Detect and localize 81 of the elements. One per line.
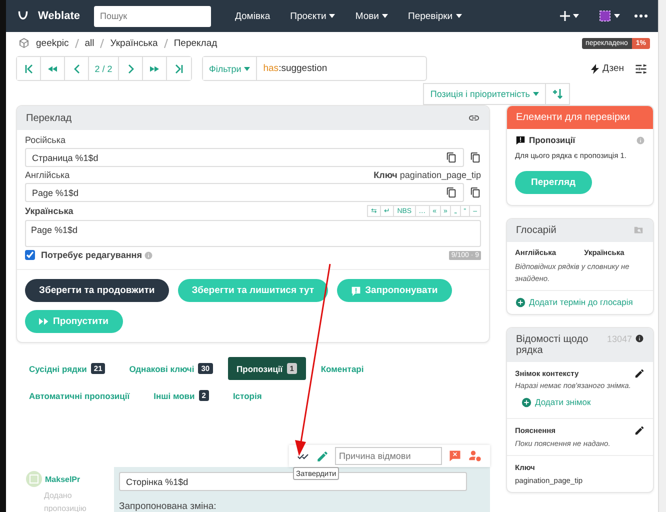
caret-icon — [329, 14, 336, 18]
breadcrumb-separator — [74, 38, 79, 48]
clone-icon[interactable] — [470, 152, 481, 163]
first-page-icon — [24, 64, 34, 74]
chevron-right-icon — [126, 64, 136, 74]
comment-alert-icon — [351, 286, 362, 296]
needs-editing-label: Потребує редагування — [41, 250, 142, 260]
edit-icon[interactable] — [634, 368, 645, 379]
tab[interactable]: Історія — [224, 384, 271, 406]
source-text-field: Страница %1$d — [25, 148, 464, 167]
info-icon[interactable] — [635, 334, 644, 344]
info-icon — [144, 250, 153, 260]
english-label: Англійська — [25, 170, 70, 180]
caret-icon — [456, 14, 462, 18]
add-screenshot-link[interactable]: Додати знімок — [515, 392, 645, 412]
breadcrumb-separator — [100, 38, 104, 48]
user-avatar-icon — [599, 10, 611, 22]
add-icon — [515, 296, 526, 308]
rewind-icon — [48, 66, 57, 72]
caret-icon — [573, 14, 579, 18]
action-button[interactable]: Зберегти та лишитися тут — [178, 279, 328, 302]
brand-name[interactable]: Weblate — [38, 10, 80, 22]
reject-icon[interactable] — [448, 449, 462, 463]
key-text: Ключ pagination_page_tip — [374, 170, 481, 180]
copy-icon[interactable] — [446, 187, 457, 198]
panel-title: Переклад — [26, 112, 72, 124]
search-field[interactable]: Пошук — [94, 6, 211, 26]
sort-dropdown[interactable]: Позиція і пріоритетність — [423, 83, 546, 105]
user-avatar-icon — [26, 471, 42, 487]
breadcrumb-link[interactable]: Переклад — [174, 38, 218, 48]
sort-order-button[interactable] — [546, 83, 570, 105]
author-name[interactable]: MakselPr — [45, 474, 80, 484]
plus-icon — [560, 11, 570, 21]
action-button[interactable]: Зберегти та продовжити — [25, 279, 169, 302]
suggested-change-label: Запропонована зміна: — [119, 501, 218, 512]
add-term-link[interactable]: Додати термін до глосарія — [515, 296, 645, 308]
more-icon[interactable] — [634, 14, 648, 18]
alert-comment-icon — [515, 135, 526, 146]
sort-icon — [552, 89, 562, 99]
tab[interactable]: Коментарі — [312, 358, 373, 380]
edit-icon[interactable] — [634, 425, 645, 436]
reject-reason-field[interactable]: Причина відмови — [335, 447, 442, 465]
caret-icon — [533, 92, 539, 96]
breadcrumb-link[interactable]: geekpic — [36, 38, 69, 48]
settings-icon[interactable] — [634, 62, 648, 76]
chevron-left-icon — [72, 64, 82, 74]
source-language-label: Російська — [25, 135, 66, 145]
breadcrumb-separator — [164, 38, 168, 48]
translation-text-area[interactable]: Page %1$d — [25, 220, 481, 247]
first-page-button[interactable] — [17, 57, 41, 80]
tab[interactable]: Автоматичні пропозиції — [20, 384, 139, 406]
caret-icon — [382, 14, 388, 18]
target-language-label: Українська — [25, 206, 74, 216]
clone-icon[interactable] — [470, 187, 481, 198]
fast-forward-icon — [150, 66, 159, 72]
nav-menu-item[interactable]: Перевірки — [402, 10, 468, 22]
needs-editing-checkbox[interactable] — [25, 250, 35, 260]
panel-title: Глосарій — [516, 224, 556, 236]
add-icon — [521, 396, 532, 408]
block-user-icon[interactable] — [468, 449, 482, 463]
info-icon — [636, 136, 645, 146]
panel-title: Елементи для перевірки — [516, 112, 630, 123]
check-title: Пропозиції — [529, 134, 576, 147]
breadcrumb-link[interactable]: all — [84, 38, 94, 48]
cube-icon — [18, 37, 30, 49]
breadcrumb-link[interactable]: Українська — [110, 38, 158, 48]
fast-forward-icon — [39, 318, 49, 325]
nav-menu-item[interactable]: Проєкти — [284, 10, 342, 22]
action-button[interactable]: Запропонувати — [337, 279, 452, 302]
english-text-field: Page %1$d — [25, 183, 464, 202]
caret-icon — [614, 14, 620, 18]
scrollbar[interactable] — [658, 0, 666, 512]
nav-menu-item[interactable]: Домівка — [228, 10, 276, 22]
action-button[interactable]: Пропустити — [25, 310, 122, 333]
copy-icon[interactable] — [446, 152, 457, 163]
nav-menu-item[interactable]: Мови — [349, 10, 394, 22]
panel-title: Відомості щодо рядка — [516, 334, 590, 356]
zen-link[interactable]: Дзен — [591, 63, 624, 74]
last-page-icon — [174, 64, 184, 74]
lightning-icon — [591, 64, 600, 74]
review-button[interactable]: Перегляд — [515, 170, 592, 194]
